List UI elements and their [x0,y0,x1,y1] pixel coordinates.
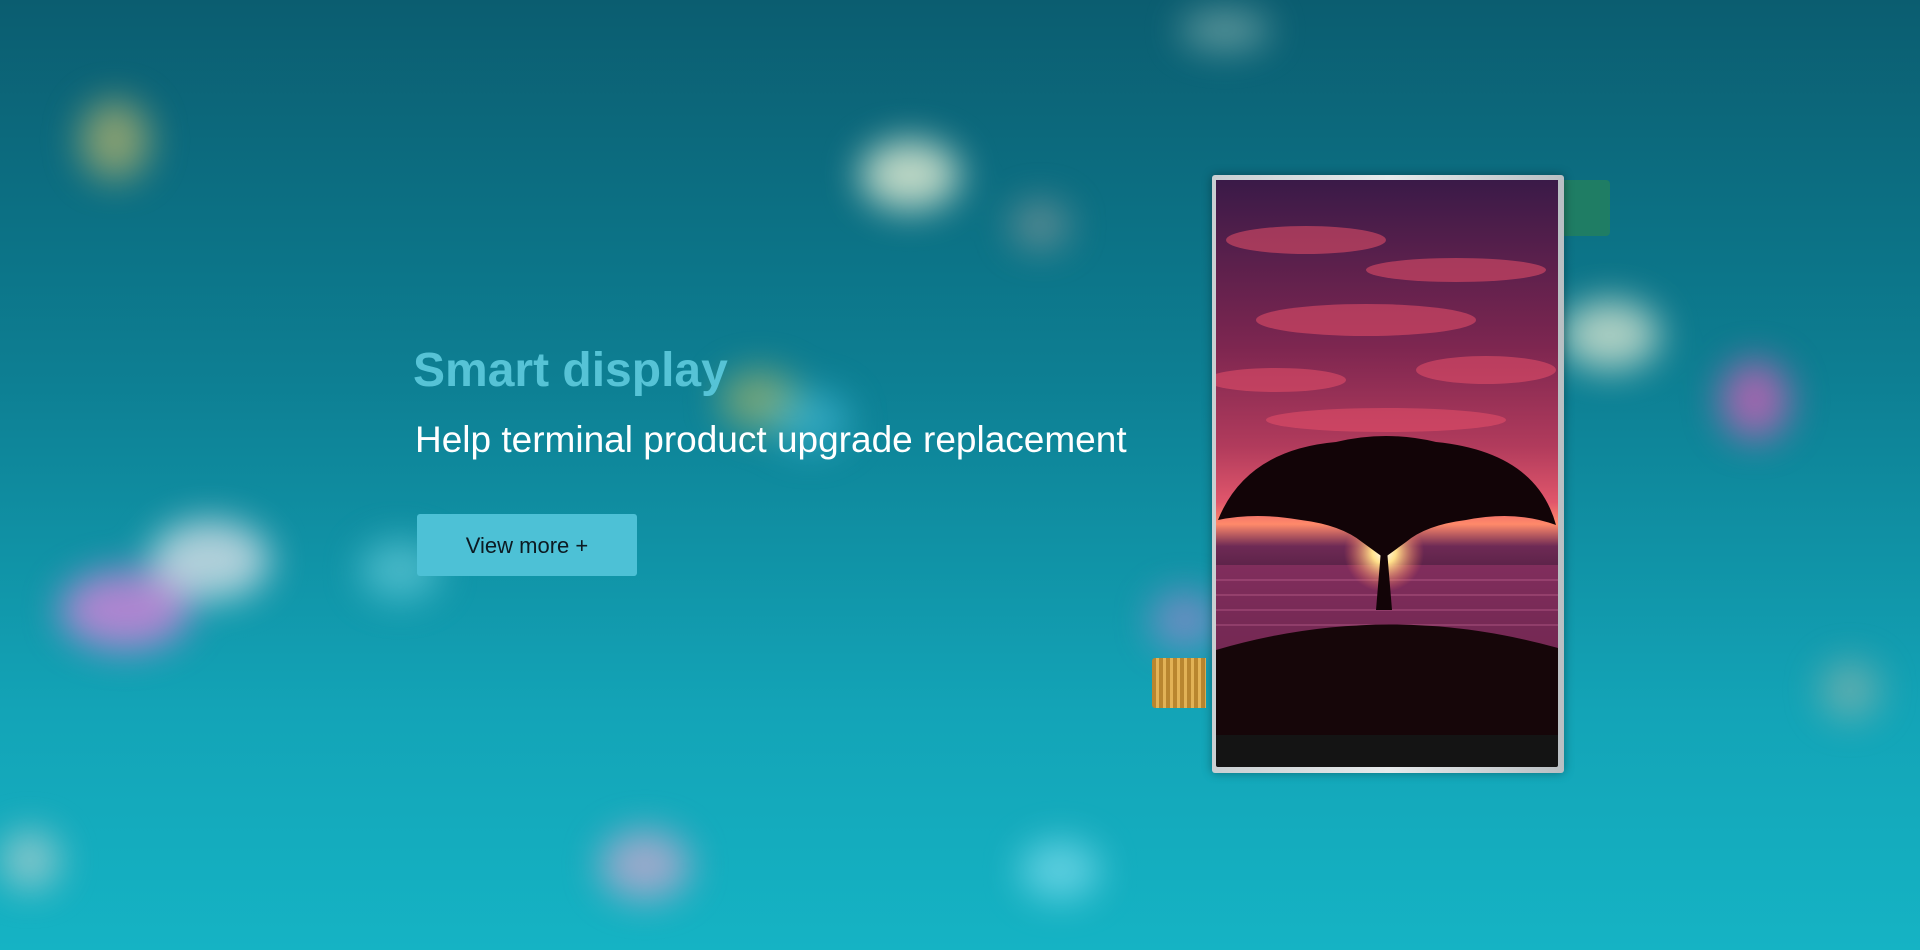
hero-banner: Smart display Help terminal product upgr… [0,0,1920,950]
hero-subtitle: Help terminal product upgrade replacemen… [415,419,1127,460]
lcd-bottom-bezel [1216,735,1558,767]
hero-title: Smart display [413,344,728,397]
lcd-display-module-icon [1206,175,1564,775]
sunset-tree-icon [1216,226,1558,735]
lcd-flex-connector [1152,658,1206,708]
lcd-screen [1216,180,1558,735]
hero-content: Smart display Help terminal product upgr… [413,342,1127,576]
lcd-green-tab [1560,180,1610,236]
lcd-frame [1212,175,1564,773]
view-more-button[interactable]: View more + [417,514,637,576]
